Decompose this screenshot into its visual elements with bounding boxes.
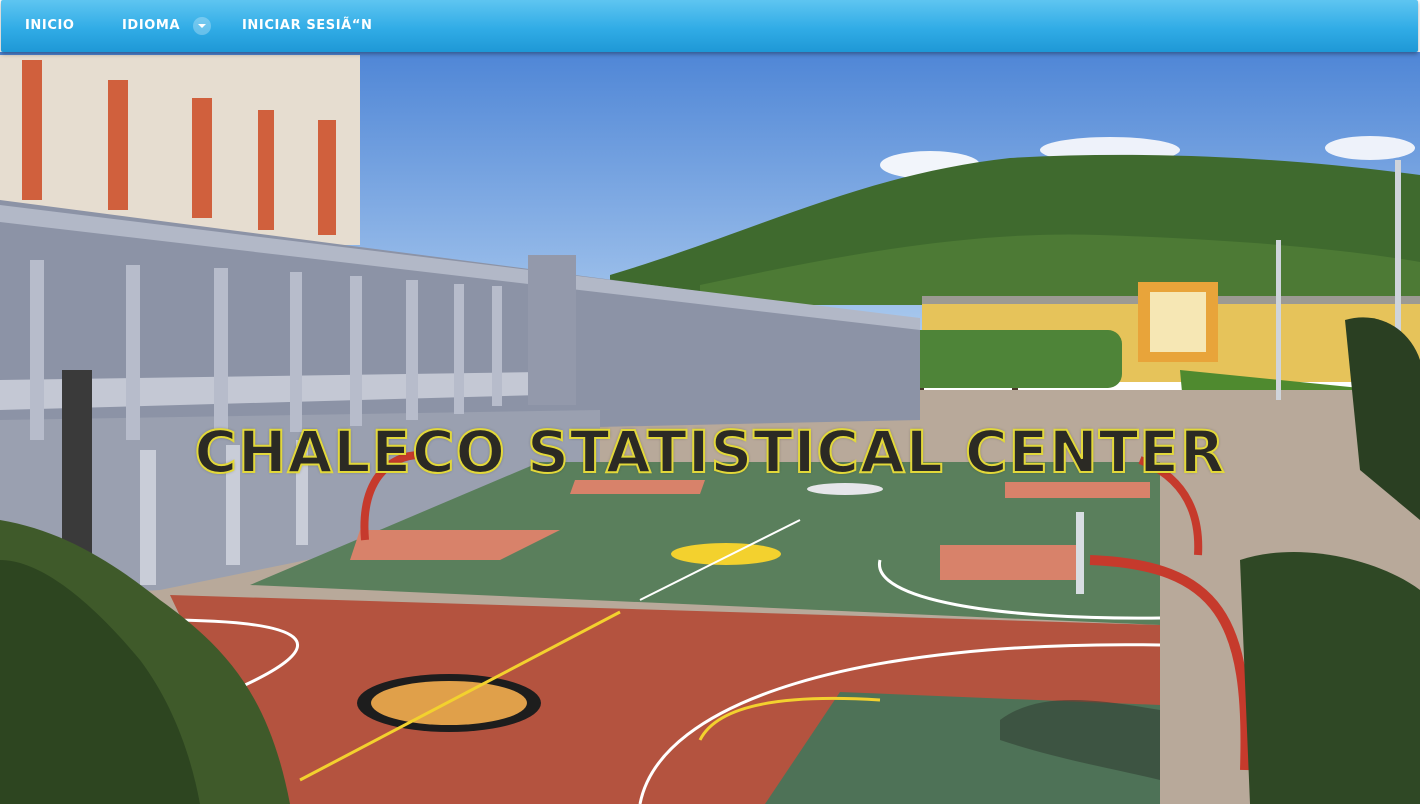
page: INICIO IDIOMA INICIAR SESIÃ“N CHALECO ST… xyxy=(0,0,1420,804)
nav-login-link[interactable]: INICIAR SESIÃ“N xyxy=(242,0,372,52)
hero-banner: CHALECO STATISTICAL CENTER xyxy=(0,52,1420,804)
top-navbar: INICIO IDIOMA INICIAR SESIÃ“N xyxy=(1,0,1418,52)
nav-language-menu[interactable]: IDIOMA xyxy=(122,0,180,52)
chevron-down-icon[interactable] xyxy=(193,17,211,35)
hero-title: CHALECO STATISTICAL CENTER xyxy=(193,417,1226,487)
nav-home-link[interactable]: INICIO xyxy=(25,0,75,52)
